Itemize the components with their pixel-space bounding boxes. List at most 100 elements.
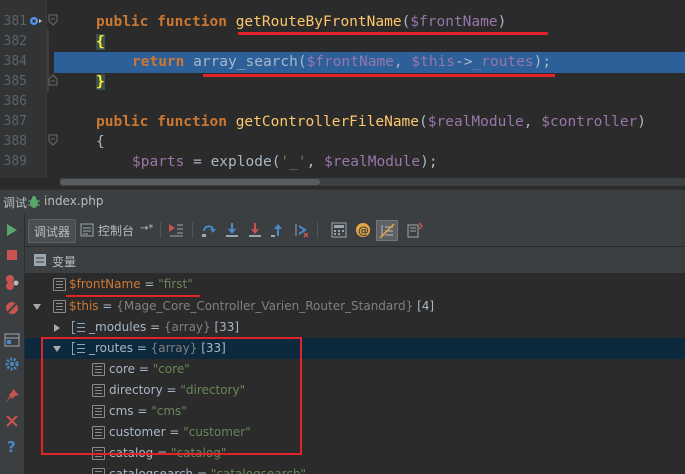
- code-line[interactable]: public function getControllerFileName($r…: [96, 112, 646, 132]
- line-number[interactable]: 389: [0, 152, 27, 172]
- line-number[interactable]: 388: [0, 132, 27, 152]
- line-number[interactable]: 385: [0, 72, 27, 92]
- console-arrow: →*: [140, 223, 154, 234]
- toolbar-divider: [160, 222, 161, 238]
- variable-name: catalogsearch: [109, 467, 194, 474]
- toggle-watches-button[interactable]: [376, 220, 398, 241]
- line-number[interactable]: 382: [0, 32, 27, 52]
- show-execution-point-icon[interactable]: [168, 222, 184, 238]
- pin-icon[interactable]: [4, 388, 20, 404]
- variable-icon: [92, 468, 105, 474]
- variable-name: $frontName: [69, 277, 141, 291]
- restore-layout-icon[interactable]: [407, 222, 423, 238]
- line-number[interactable]: 384: [0, 52, 27, 72]
- code-token: );: [533, 54, 552, 70]
- at-sign-icon[interactable]: @: [355, 222, 371, 238]
- code-token: '_': [280, 154, 307, 170]
- variable-row-this[interactable]: $this = {Mage_Core_Controller_Varien_Rou…: [25, 296, 685, 317]
- evaluate-expression-icon[interactable]: [331, 222, 347, 238]
- annotation-box: [41, 337, 302, 455]
- code-editor[interactable]: 381 public function getRouteByFrontName($…: [0, 0, 685, 178]
- view-breakpoints-icon[interactable]: [4, 274, 20, 290]
- variable-row-frontname[interactable]: $frontName = "first": [25, 274, 685, 295]
- variable-value: "catalogsearch": [210, 467, 307, 474]
- settings-gear-icon[interactable]: [4, 356, 20, 372]
- tab-console[interactable]: 控制台 →*: [77, 219, 157, 241]
- code-line[interactable]: return array_search($frontName, $this->_…: [132, 52, 551, 72]
- force-step-into-icon[interactable]: [247, 222, 263, 238]
- toolbar-divider: [192, 222, 193, 238]
- code-token: $frontName: [306, 54, 394, 70]
- route-item-row[interactable]: catalogsearch = "catalogsearch": [25, 464, 685, 474]
- code-token: }: [96, 74, 105, 90]
- debug-session-tab[interactable]: index.php: [44, 194, 103, 208]
- variables-icon: [34, 254, 46, 266]
- close-icon[interactable]: [4, 413, 20, 429]
- code-token: ): [497, 14, 507, 30]
- variable-type: {array}: [163, 320, 211, 334]
- code-token: $realModule: [324, 154, 421, 170]
- variable-equals: =: [146, 320, 164, 334]
- tab-debugger[interactable]: 调试器: [28, 219, 76, 243]
- code-token: ,: [306, 154, 325, 170]
- line-number[interactable]: 386: [0, 92, 27, 112]
- collapse-arrow-icon[interactable]: [33, 304, 41, 310]
- step-over-icon[interactable]: [201, 222, 217, 238]
- run-to-cursor-icon[interactable]: [293, 222, 309, 238]
- horizontal-scrollbar-thumb[interactable]: [60, 179, 320, 185]
- variable-name: $this: [69, 299, 99, 313]
- code-token: $controller: [541, 114, 638, 130]
- line-number[interactable]: 381: [0, 12, 27, 32]
- code-line[interactable]: {: [96, 132, 105, 152]
- code-token: public: [96, 114, 158, 130]
- code-token: ,: [523, 114, 542, 130]
- step-out-icon[interactable]: [270, 222, 286, 238]
- fold-marker-icon[interactable]: [48, 134, 58, 146]
- variable-count: [4]: [417, 299, 435, 313]
- variable-count: [33]: [214, 320, 240, 334]
- variables-title: 变量: [52, 255, 77, 269]
- code-line[interactable]: }: [96, 72, 105, 92]
- variable-equals: =: [98, 299, 117, 313]
- implements-method-icon[interactable]: [29, 15, 43, 27]
- variable-icon: [53, 278, 66, 291]
- annotation-underline: [238, 32, 548, 35]
- variable-row-modules[interactable]: _modules = {array} [33]: [25, 317, 685, 338]
- code-token: return: [132, 54, 194, 70]
- code-token: getControllerFileName: [235, 114, 420, 130]
- code-token: $frontName: [410, 14, 498, 30]
- annotation-underline: [203, 74, 555, 77]
- debug-tool-window-header: 调试 index.php: [0, 189, 685, 215]
- debugger-toolbar: 调试器 控制台 →* @: [25, 214, 685, 247]
- bug-icon: [28, 196, 40, 208]
- layout-icon[interactable]: [4, 332, 20, 348]
- code-token: {: [96, 34, 105, 50]
- code-token: $parts: [132, 154, 185, 170]
- variable-value: "first": [158, 277, 193, 291]
- resume-icon[interactable]: [4, 222, 20, 238]
- fold-end-marker-icon[interactable]: [48, 74, 58, 86]
- code-token: ): [637, 114, 647, 130]
- variable-type: {Mage_Core_Controller_Varien_Router_Stan…: [116, 299, 414, 313]
- variable-equals: =: [140, 277, 159, 291]
- code-line[interactable]: {: [96, 32, 105, 52]
- line-number[interactable]: 387: [0, 112, 27, 132]
- code-token: public: [96, 14, 158, 30]
- code-token: function: [157, 114, 236, 130]
- code-token: getRouteByFrontName: [235, 14, 402, 30]
- code-line[interactable]: $parts = explode('_', $realModule);: [132, 152, 438, 172]
- code-line[interactable]: public function getRouteByFrontName($fro…: [96, 12, 506, 32]
- expand-arrow-icon[interactable]: [54, 324, 60, 332]
- mute-breakpoints-icon[interactable]: [4, 300, 20, 316]
- tab-debugger-label: 调试器: [34, 225, 71, 239]
- watches-icon: [379, 223, 395, 239]
- variable-equals: =: [193, 467, 211, 474]
- debug-title-label: 调试: [3, 196, 28, 210]
- help-icon[interactable]: ?: [4, 438, 20, 454]
- step-into-icon[interactable]: [224, 222, 240, 238]
- code-token: array_search(: [193, 54, 307, 70]
- fold-marker-icon[interactable]: [48, 14, 58, 26]
- tab-console-label: 控制台: [98, 224, 135, 238]
- object-icon: [53, 300, 66, 313]
- stop-icon[interactable]: [4, 247, 20, 263]
